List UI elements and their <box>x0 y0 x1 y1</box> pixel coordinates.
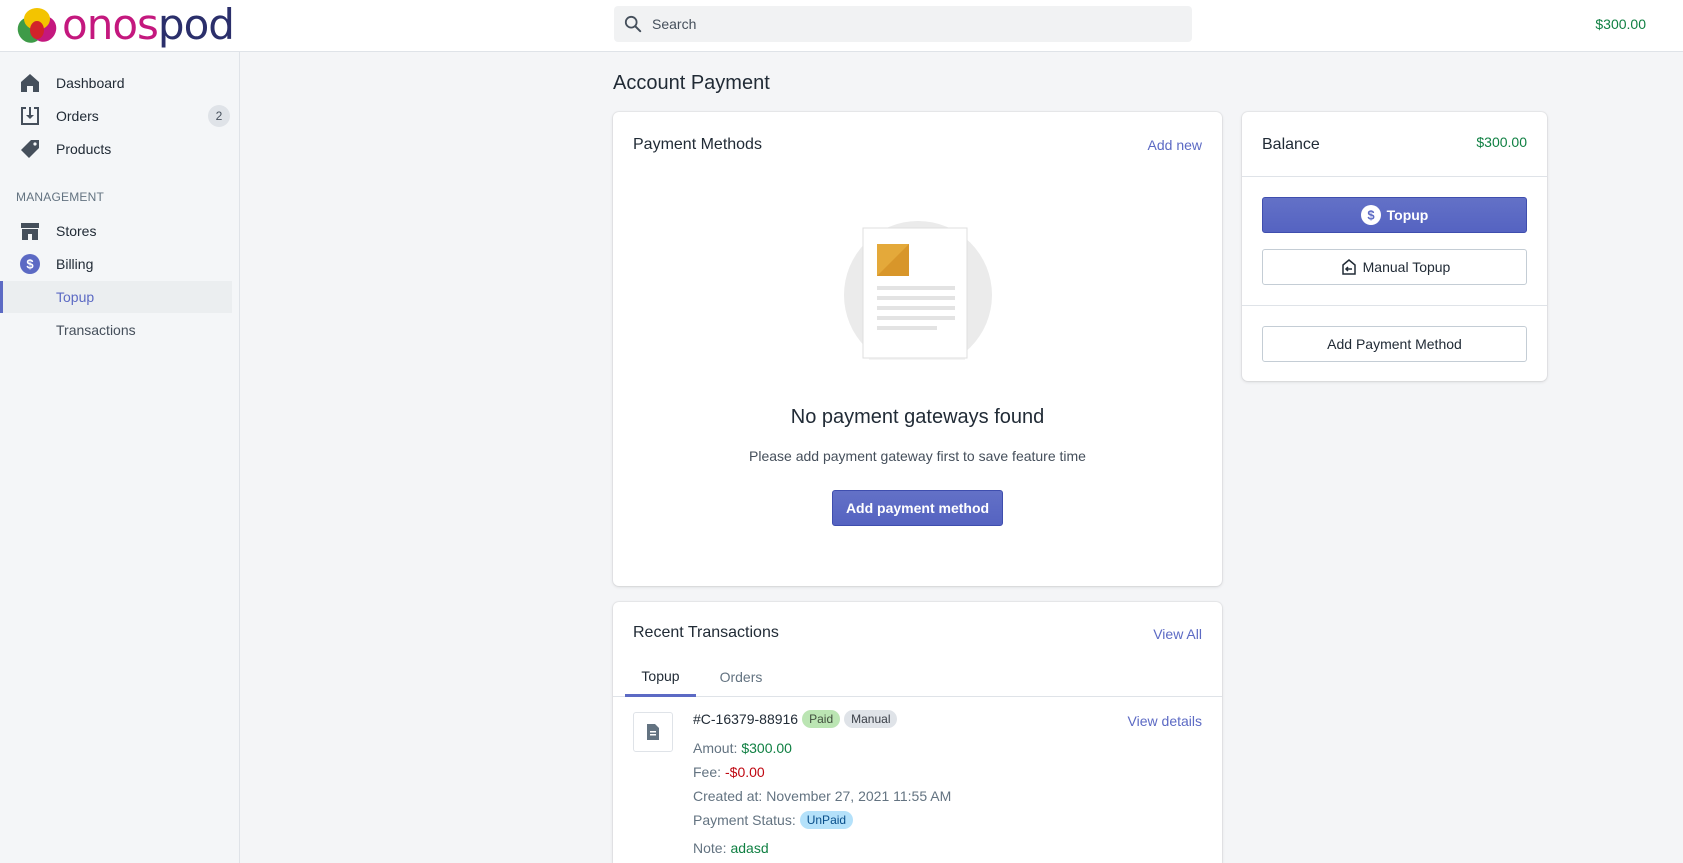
sidebar-item-products[interactable]: Products <box>0 133 232 165</box>
sidebar-section-management: MANAGEMENT <box>16 190 105 204</box>
sidebar-item-label: Stores <box>56 223 97 239</box>
sidebar-subitem-label: Topup <box>56 289 95 305</box>
add-new-link[interactable]: Add new <box>1148 137 1202 153</box>
search-input[interactable] <box>652 16 1172 32</box>
note-value: adasd <box>730 840 769 856</box>
add-payment-method-button[interactable]: Add payment method <box>832 490 1003 526</box>
fee-value: -$0.00 <box>725 764 765 780</box>
sidebar-item-label: Dashboard <box>56 75 125 91</box>
balance-title: Balance <box>1262 136 1320 153</box>
tag-icon <box>21 140 39 158</box>
transaction-fee-row: Fee: -$0.00 <box>693 764 765 780</box>
transaction-created-row: Created at: November 27, 2021 11:55 AM <box>693 788 951 804</box>
balance-card: Balance $300.00 $ Topup Manual Topup Add… <box>1242 112 1547 381</box>
page-title: Account Payment <box>613 72 770 94</box>
created-value: November 27, 2021 11:55 AM <box>766 788 952 804</box>
view-details-link[interactable]: View details <box>1128 713 1202 729</box>
dollar-circle-icon: $ <box>20 254 40 274</box>
sidebar-item-stores[interactable]: Stores <box>0 215 232 247</box>
search-icon <box>624 15 642 33</box>
payment-methods-title: Payment Methods <box>633 136 762 153</box>
home-icon <box>21 74 39 92</box>
note-label: Note: <box>693 840 727 856</box>
sidebar: Dashboard Orders 2 Products MANAGEMENT S… <box>0 52 240 863</box>
divider <box>1242 176 1547 177</box>
transaction-tabs: Topup Orders <box>613 657 1222 697</box>
store-icon <box>21 223 39 240</box>
sidebar-item-dashboard[interactable]: Dashboard <box>0 67 232 99</box>
add-payment-method-secondary-button[interactable]: Add Payment Method <box>1262 326 1527 362</box>
brand-name-part2: pod <box>157 0 235 49</box>
payment-methods-card: Payment Methods Add new No payment gatew… <box>613 112 1222 586</box>
transaction-id: #C-16379-88916 <box>693 711 799 727</box>
sidebar-subitem-transactions[interactable]: Transactions <box>0 314 232 346</box>
fee-label: Fee: <box>693 764 722 780</box>
topup-button-label: Topup <box>1386 207 1429 223</box>
transaction-thumbnail <box>633 712 673 752</box>
brand-wordmark: onospod <box>62 0 235 49</box>
sidebar-item-label: Products <box>56 141 112 157</box>
manual-topup-button-label: Manual Topup <box>1362 259 1451 275</box>
sidebar-subitem-label: Transactions <box>56 322 136 338</box>
topup-button[interactable]: $ Topup <box>1262 197 1527 233</box>
paid-badge: Paid <box>802 710 841 728</box>
empty-state-text: Please add payment gateway first to save… <box>749 448 1086 464</box>
amount-value: $300.00 <box>741 740 792 756</box>
empty-state-document-illustration <box>844 221 992 360</box>
header-balance: $300.00 <box>1595 16 1646 32</box>
orders-count-badge: 2 <box>208 105 230 127</box>
tab-orders[interactable]: Orders <box>706 657 776 697</box>
unpaid-badge: UnPaid <box>799 811 854 829</box>
balance-amount: $300.00 <box>1476 134 1527 150</box>
import-icon <box>1341 259 1356 275</box>
empty-state-heading: No payment gateways found <box>790 406 1045 428</box>
payment-status-label: Payment Status: <box>693 812 796 828</box>
svg-text:$: $ <box>26 257 34 272</box>
document-icon <box>647 724 659 740</box>
logo-mark-icon <box>17 8 57 43</box>
amount-label: Amout: <box>693 740 738 756</box>
transaction-amount-row: Amout: $300.00 <box>693 740 792 756</box>
recent-transactions-title: Recent Transactions <box>633 624 779 641</box>
brand-logo[interactable]: onospod <box>14 0 235 49</box>
sidebar-subitem-topup[interactable]: Topup <box>0 281 232 313</box>
divider <box>1242 305 1547 306</box>
inbox-download-icon <box>21 107 39 125</box>
manual-badge: Manual <box>844 710 898 728</box>
tab-topup[interactable]: Topup <box>625 657 696 697</box>
search-bar[interactable] <box>614 6 1192 42</box>
sidebar-item-billing[interactable]: $ Billing <box>0 248 232 280</box>
sidebar-item-orders[interactable]: Orders 2 <box>0 100 232 132</box>
transaction-header-row: #C-16379-88916 Paid Manual <box>693 710 898 728</box>
transaction-status-row: Payment Status: UnPaid <box>693 811 854 829</box>
transaction-note-row: Note: adasd <box>693 840 769 856</box>
sidebar-item-label: Billing <box>56 256 94 272</box>
view-all-link[interactable]: View All <box>1153 626 1202 642</box>
svg-text:$: $ <box>1367 208 1375 223</box>
brand-name-part1: onos <box>62 0 159 49</box>
sidebar-item-label: Orders <box>56 108 99 124</box>
dollar-circle-icon: $ <box>1360 205 1381 225</box>
created-label: Created at: <box>693 788 763 804</box>
manual-topup-button[interactable]: Manual Topup <box>1262 249 1527 285</box>
recent-transactions-card: Recent Transactions View All Topup Order… <box>613 602 1222 863</box>
top-bar: onospod $300.00 <box>0 0 1683 52</box>
